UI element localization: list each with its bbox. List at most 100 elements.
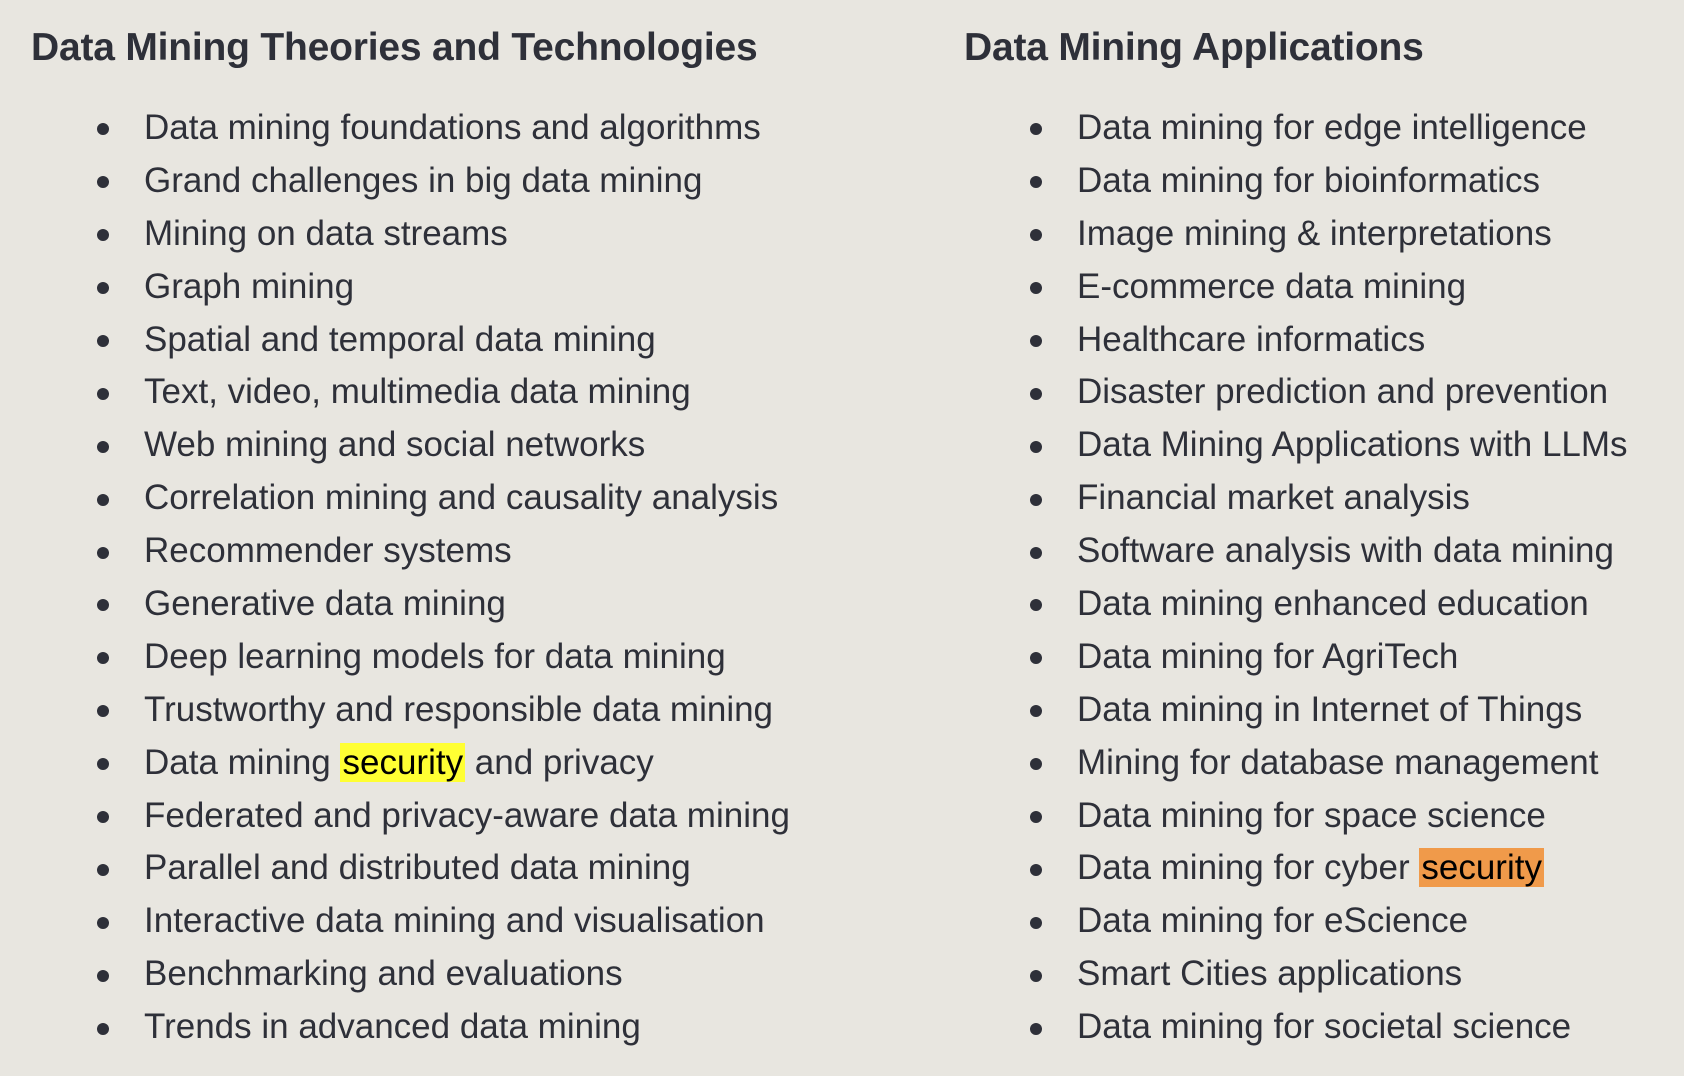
list-item: Trends in advanced data mining <box>31 1001 891 1054</box>
list-item-label: Data mining foundations and algorithms <box>144 108 761 147</box>
bullet-icon <box>1030 335 1042 347</box>
list-item-label: Data mining for cyber <box>1077 848 1420 888</box>
list-item-label: Mining on data streams <box>144 213 508 253</box>
bullet-icon <box>97 599 109 612</box>
list-item-label: Generative data mining <box>144 584 506 624</box>
list-item: Data mining in Internet of Things <box>964 684 1674 737</box>
list-item: Data mining enhanced education <box>964 578 1674 631</box>
list-item: Correlation mining and causality analysi… <box>31 472 891 525</box>
bullet-icon <box>1030 916 1042 929</box>
list-item: Parallel and distributed data mining <box>31 842 891 895</box>
applications-list: Data mining for edge intelligence Data mi… <box>964 70 1674 1054</box>
bullet-icon <box>97 282 109 295</box>
list-item-label: Data mining enhanced education <box>1077 584 1589 624</box>
bullet-icon <box>1030 863 1042 876</box>
list-item: Text, video, multimedia data mining <box>31 366 891 419</box>
list-item-label: Software analysis with data mining <box>1077 531 1614 571</box>
list-item-label: Data mining for space science <box>1077 795 1546 835</box>
bullet-icon <box>97 176 109 189</box>
list-item-label: Deep learning models for data mining <box>144 636 726 676</box>
list-item-label: Mining for database management <box>1077 742 1599 782</box>
list-item: Spatial and temporal data mining <box>31 314 891 367</box>
list-item: Data mining for societal science <box>964 1001 1674 1054</box>
bullet-icon <box>1030 546 1042 559</box>
list-item: E-commerce data mining <box>964 261 1674 314</box>
bullet-icon <box>97 1022 109 1035</box>
list-item-label: Data mining for edge intelligence <box>1077 108 1587 147</box>
highlighted-term: security <box>1419 848 1544 888</box>
list-item-label: Recommender systems <box>144 531 512 571</box>
list-item-label: Financial market analysis <box>1077 478 1470 518</box>
list-item: Trustworthy and responsible data mining <box>31 684 891 737</box>
bullet-icon <box>1030 440 1042 453</box>
list-item: Software analysis with data mining <box>964 525 1674 578</box>
list-item: Data mining security and privacy <box>31 737 891 790</box>
list-item: Interactive data mining and visualisatio… <box>31 895 891 948</box>
list-item-label: Data mining for bioinformatics <box>1077 160 1540 200</box>
theories-technologies-list: Data mining foundations and algorithms Gr… <box>31 70 891 1054</box>
list-item: Benchmarking and evaluations <box>31 948 891 1001</box>
list-item-label: Smart Cities applications <box>1077 954 1463 994</box>
list-item: Smart Cities applications <box>964 948 1674 1001</box>
bullet-icon <box>97 811 109 824</box>
theories-technologies-heading: Data Mining Theories and Technologies <box>31 26 758 69</box>
bullet-icon <box>97 387 109 400</box>
bullet-icon <box>1030 493 1042 506</box>
list-item: Data mining for edge intelligence <box>964 102 1674 155</box>
list-item-label: Disaster prediction and prevention <box>1077 372 1609 412</box>
list-item-label: Grand challenges in big data mining <box>144 160 703 200</box>
list-item: Data mining for cyber security <box>964 842 1674 895</box>
bullet-icon <box>1030 176 1042 189</box>
list-item: Disaster prediction and prevention <box>964 366 1674 419</box>
list-item: Data mining for space science <box>964 790 1674 843</box>
bullet-icon <box>97 493 109 506</box>
bullet-icon <box>97 335 109 347</box>
applications-section: Data Mining Applications Data mining for… <box>964 0 1674 1054</box>
list-item: Graph mining <box>31 261 891 314</box>
list-item: Data Mining Applications with LLMs <box>964 419 1674 472</box>
list-item-label: Data mining for AgriTech <box>1077 636 1459 676</box>
bullet-icon <box>97 863 109 876</box>
list-item-label: Data mining for eScience <box>1077 901 1469 941</box>
list-item: Federated and privacy-aware data mining <box>31 790 891 843</box>
list-item: Data mining for AgriTech <box>964 631 1674 684</box>
bullet-icon <box>1030 969 1042 982</box>
bullet-icon <box>97 546 109 559</box>
bullet-icon <box>1030 599 1042 612</box>
list-item: Financial market analysis <box>964 472 1674 525</box>
list-item-label: Trends in advanced data mining <box>144 1007 641 1047</box>
list-item-label: Data mining for societal science <box>1077 1007 1572 1047</box>
bullet-icon <box>97 705 109 718</box>
list-item-label: Parallel and distributed data mining <box>144 848 691 888</box>
bullet-icon <box>1030 811 1042 824</box>
list-item-label: Healthcare informatics <box>1077 319 1426 359</box>
highlighted-term: security <box>340 742 466 782</box>
list-item: Generative data mining <box>31 578 891 631</box>
list-item-label: Data Mining Applications with LLMs <box>1077 425 1628 465</box>
bullet-icon <box>1030 229 1042 242</box>
bullet-icon <box>97 916 109 929</box>
bullet-icon <box>1030 123 1042 136</box>
list-item: Image mining & interpretations <box>964 208 1674 261</box>
list-item: Web mining and social networks <box>31 419 891 472</box>
list-item: Mining for database management <box>964 737 1674 790</box>
list-item: Grand challenges in big data mining <box>31 155 891 208</box>
list-item-label: Spatial and temporal data mining <box>144 319 656 359</box>
bullet-icon <box>1030 282 1042 295</box>
applications-heading: Data Mining Applications <box>964 26 1424 69</box>
bullet-icon <box>97 229 109 242</box>
bullet-icon <box>97 758 109 771</box>
list-item-label: Federated and privacy-aware data mining <box>144 795 790 835</box>
list-item-label: Trustworthy and responsible data mining <box>144 689 774 729</box>
list-item: Healthcare informatics <box>964 314 1674 367</box>
list-item-label: Text, video, multimedia data mining <box>144 372 691 412</box>
bullet-icon <box>1030 387 1042 400</box>
list-item-label: and privacy <box>465 742 654 782</box>
list-item: Deep learning models for data mining <box>31 631 891 684</box>
bullet-icon <box>97 123 109 136</box>
list-item-label: Correlation mining and causality analysi… <box>144 478 779 518</box>
list-item: Data mining for eScience <box>964 895 1674 948</box>
bullet-icon <box>1030 1022 1042 1035</box>
bullet-icon <box>1030 705 1042 718</box>
bullet-icon <box>97 969 109 982</box>
